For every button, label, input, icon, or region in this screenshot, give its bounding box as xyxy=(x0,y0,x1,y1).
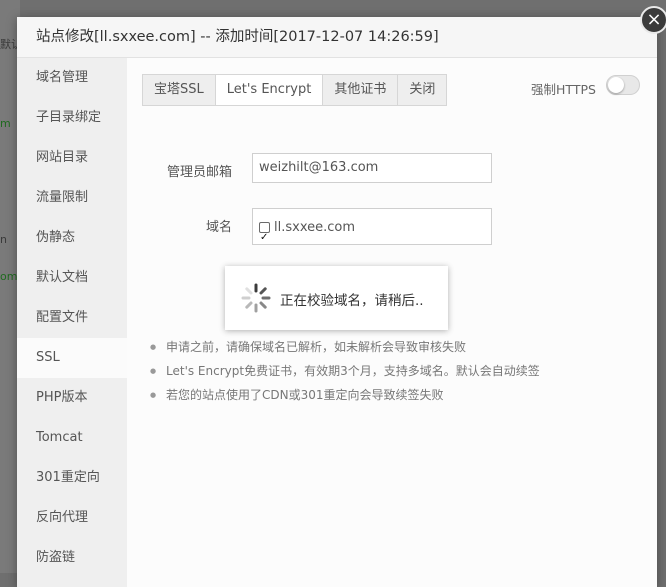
settings-sidebar: 域名管理 子目录绑定 网站目录 流量限制 伪静态 默认文档 配置文件 SSL P… xyxy=(17,58,127,587)
note-item: 申请之前，请确保域名已解析，如未解析会导致审核失败 xyxy=(150,339,540,363)
loading-message: 正在校验域名，请稍后.. xyxy=(280,293,424,309)
background-text: om xyxy=(0,270,18,283)
spinner-icon xyxy=(241,283,271,313)
close-dialog-button[interactable]: × xyxy=(640,6,666,34)
background-text: 默认页 xyxy=(0,38,18,51)
note-item: Let's Encrypt免费证书，有效期3个月，支持多域名。默认会自动续签 xyxy=(150,363,540,387)
force-https-toggle[interactable] xyxy=(606,75,640,95)
force-https-label: 强制HTTPS xyxy=(531,82,596,97)
loading-toast: 正在校验域名，请稍后.. xyxy=(225,266,448,330)
tab-other-cert[interactable]: 其他证书 xyxy=(323,75,399,105)
domain-box: ll.sxxee.com xyxy=(252,208,492,256)
sidebar-item-traffic-limit[interactable]: 流量限制 xyxy=(17,178,127,218)
ssl-tabs: 宝塔SSL Let's Encrypt 其他证书 关闭 xyxy=(142,74,448,106)
sidebar-item-hotlink[interactable]: 防盗链 xyxy=(17,538,127,578)
note-item: 若您的站点使用了CDN或301重定向会导致续签失败 xyxy=(150,387,540,411)
toggle-knob xyxy=(608,77,624,93)
sidebar-item-redirect[interactable]: 301重定向 xyxy=(17,458,127,498)
email-field[interactable]: weizhilt@163.com xyxy=(252,153,492,183)
sidebar-item-domain[interactable]: 域名管理 xyxy=(17,58,127,98)
sidebar-item-config-file[interactable]: 配置文件 xyxy=(17,298,127,338)
sidebar-item-subdir[interactable]: 子目录绑定 xyxy=(17,98,127,138)
ssl-notes: 申请之前，请确保域名已解析，如未解析会导致审核失败 Let's Encrypt免… xyxy=(150,339,540,411)
sidebar-item-site-dir[interactable]: 网站目录 xyxy=(17,138,127,178)
tab-close-ssl[interactable]: 关闭 xyxy=(398,75,447,105)
close-icon: × xyxy=(646,9,662,30)
sidebar-item-ssl[interactable]: SSL xyxy=(17,338,127,378)
domain-checkbox[interactable] xyxy=(259,219,270,256)
sidebar-item-reverse-proxy[interactable]: 反向代理 xyxy=(17,498,127,538)
dialog-title: 站点修改[ll.sxxee.com] -- 添加时间[2017-12-07 14… xyxy=(17,17,657,58)
domain-option-label: ll.sxxee.com xyxy=(274,220,356,235)
background-text: n xyxy=(0,233,7,246)
sidebar-item-default-doc[interactable]: 默认文档 xyxy=(17,258,127,298)
sidebar-item-rewrite[interactable]: 伪静态 xyxy=(17,218,127,258)
tab-lets-encrypt[interactable]: Let's Encrypt xyxy=(215,75,324,105)
tab-bt-ssl[interactable]: 宝塔SSL xyxy=(143,75,216,105)
background-text: m xyxy=(0,117,11,130)
email-label: 管理员邮箱 xyxy=(166,165,232,180)
sidebar-item-php-version[interactable]: PHP版本 xyxy=(17,378,127,418)
sidebar-item-tomcat[interactable]: Tomcat xyxy=(17,418,127,458)
domain-label: 域名 xyxy=(205,220,232,235)
